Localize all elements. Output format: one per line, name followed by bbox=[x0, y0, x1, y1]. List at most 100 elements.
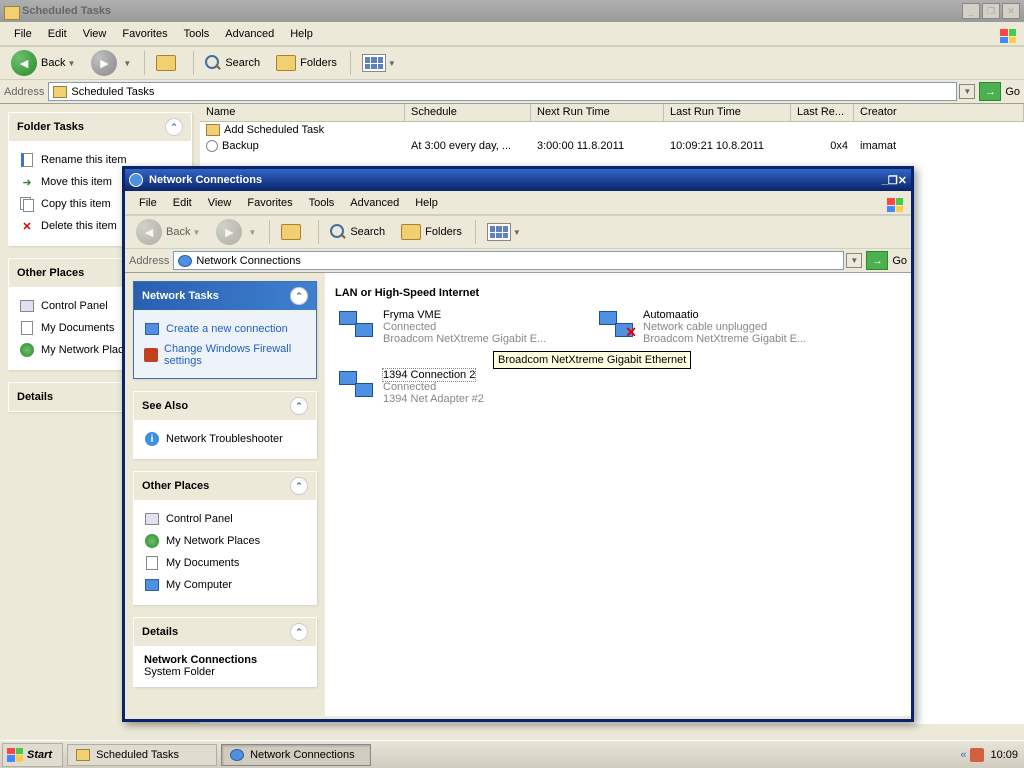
back-button[interactable]: ◄ Back ▼ bbox=[129, 215, 207, 249]
menu-favorites[interactable]: Favorites bbox=[114, 25, 175, 43]
menu-advanced[interactable]: Advanced bbox=[217, 25, 282, 43]
separator bbox=[144, 51, 145, 75]
connection-device: 1394 Net Adapter #2 bbox=[383, 393, 573, 405]
network-connections-icon bbox=[129, 173, 143, 187]
create-connection-item[interactable]: Create a new connection bbox=[144, 318, 306, 340]
details-type: System Folder bbox=[144, 666, 306, 678]
up-button[interactable] bbox=[149, 51, 187, 75]
connection-icon bbox=[145, 323, 159, 335]
network-tasks-panel: Network Tasks ⌃ Create a new connection … bbox=[133, 281, 317, 379]
sidebar-item-my-computer[interactable]: My Computer bbox=[144, 574, 306, 596]
see-also-header[interactable]: See Also ⌃ bbox=[134, 392, 316, 420]
go-label: Go bbox=[1005, 86, 1020, 98]
child-titlebar[interactable]: Network Connections _ ❐ ✕ bbox=[125, 169, 911, 191]
taskbar-item-network-connections[interactable]: Network Connections bbox=[221, 744, 371, 766]
sidebar-item-control-panel[interactable]: Control Panel bbox=[144, 508, 306, 530]
panel-title: Other Places bbox=[142, 480, 209, 492]
views-button[interactable]: ▼ bbox=[355, 50, 403, 76]
go-button[interactable]: → bbox=[979, 82, 1001, 101]
network-icon bbox=[230, 749, 244, 761]
network-troubleshooter-item[interactable]: iNetwork Troubleshooter bbox=[144, 428, 306, 450]
table-row[interactable]: Backup At 3:00 every day, ... 3:00:00 11… bbox=[200, 138, 1024, 154]
start-button[interactable]: Start bbox=[2, 743, 63, 767]
connection-icon bbox=[337, 369, 377, 405]
chevron-up-icon: ⌃ bbox=[165, 118, 183, 136]
menu-edit[interactable]: Edit bbox=[40, 25, 75, 43]
tray-network-icon[interactable] bbox=[970, 748, 984, 762]
clock[interactable]: 10:09 bbox=[990, 749, 1018, 761]
windows-logo-icon bbox=[887, 193, 907, 211]
minimize-button[interactable]: _ bbox=[962, 3, 980, 19]
menu-edit[interactable]: Edit bbox=[165, 194, 200, 212]
network-icon bbox=[20, 343, 34, 357]
search-button[interactable]: Search bbox=[198, 51, 267, 75]
child-maximize-button[interactable]: ❐ bbox=[888, 174, 898, 187]
separator bbox=[193, 51, 194, 75]
menu-tools[interactable]: Tools bbox=[301, 194, 343, 212]
other-places-header[interactable]: Other Places ⌃ bbox=[134, 472, 316, 500]
section-header: LAN or High-Speed Internet bbox=[335, 283, 901, 307]
menu-help[interactable]: Help bbox=[407, 194, 446, 212]
col-next-run[interactable]: Next Run Time bbox=[531, 104, 664, 121]
go-button[interactable]: → bbox=[866, 251, 888, 270]
separator bbox=[475, 220, 476, 244]
chevron-up-icon: ⌃ bbox=[290, 477, 308, 495]
folders-button[interactable]: Folders bbox=[269, 51, 344, 75]
cell-name: Add Scheduled Task bbox=[200, 123, 405, 137]
task-label: Network Troubleshooter bbox=[166, 433, 283, 445]
folder-icon bbox=[76, 749, 90, 761]
maximize-button[interactable]: ❐ bbox=[982, 3, 1000, 19]
col-last-result[interactable]: Last Re... bbox=[791, 104, 854, 121]
address-drop-icon[interactable]: ▼ bbox=[846, 253, 862, 268]
col-schedule[interactable]: Schedule bbox=[405, 104, 531, 121]
forward-button[interactable]: ► ▼ bbox=[84, 46, 138, 80]
address-input[interactable]: Network Connections bbox=[173, 251, 844, 270]
cell-name: Backup bbox=[200, 139, 405, 153]
menu-help[interactable]: Help bbox=[282, 25, 321, 43]
menu-advanced[interactable]: Advanced bbox=[342, 194, 407, 212]
task-label: Control Panel bbox=[166, 513, 233, 525]
views-icon bbox=[487, 223, 511, 241]
start-label: Start bbox=[27, 749, 52, 761]
menu-view[interactable]: View bbox=[75, 25, 115, 43]
up-button[interactable] bbox=[274, 220, 312, 244]
forward-icon: ► bbox=[91, 50, 117, 76]
taskbar-item-scheduled-tasks[interactable]: Scheduled Tasks bbox=[67, 744, 217, 766]
sidebar-item-network-places[interactable]: My Network Places bbox=[144, 530, 306, 552]
menu-tools[interactable]: Tools bbox=[176, 25, 218, 43]
separator bbox=[350, 51, 351, 75]
cell-next-run: 3:00:00 11.8.2011 bbox=[531, 139, 664, 153]
address-drop-icon[interactable]: ▼ bbox=[959, 84, 975, 99]
connection-item-fryma[interactable]: Fryma VME Connected Broadcom NetXtreme G… bbox=[335, 307, 575, 347]
address-value: Scheduled Tasks bbox=[71, 86, 154, 98]
folders-button[interactable]: Folders bbox=[394, 220, 469, 244]
menu-file[interactable]: File bbox=[131, 194, 165, 212]
details-header[interactable]: Details ⌃ bbox=[134, 618, 316, 646]
connection-item-automaatio[interactable]: ✕ Automaatio Network cable unplugged Bro… bbox=[595, 307, 835, 347]
menu-view[interactable]: View bbox=[200, 194, 240, 212]
menu-favorites[interactable]: Favorites bbox=[239, 194, 300, 212]
tooltip: Broadcom NetXtreme Gigabit Ethernet bbox=[493, 351, 691, 369]
child-close-button[interactable]: ✕ bbox=[898, 174, 907, 187]
sidebar-item-my-documents[interactable]: My Documents bbox=[144, 552, 306, 574]
forward-button[interactable]: ► ▼ bbox=[209, 215, 263, 249]
col-last-run[interactable]: Last Run Time bbox=[664, 104, 791, 121]
back-button[interactable]: ◄ Back ▼ bbox=[4, 46, 82, 80]
tray-chevron-icon[interactable]: « bbox=[960, 749, 966, 761]
address-label: Address bbox=[4, 86, 44, 98]
chevron-down-icon: ▼ bbox=[123, 59, 131, 68]
firewall-icon bbox=[144, 348, 158, 362]
network-tasks-header[interactable]: Network Tasks ⌃ bbox=[134, 282, 316, 310]
search-button[interactable]: Search bbox=[323, 220, 392, 244]
views-button[interactable]: ▼ bbox=[480, 219, 528, 245]
folders-icon bbox=[276, 55, 296, 71]
address-input[interactable]: Scheduled Tasks bbox=[48, 82, 957, 101]
table-row[interactable]: Add Scheduled Task bbox=[200, 122, 1024, 138]
col-creator[interactable]: Creator bbox=[854, 104, 1024, 121]
close-button[interactable]: ✕ bbox=[1002, 3, 1020, 19]
firewall-settings-item[interactable]: Change Windows Firewall settings bbox=[144, 340, 306, 370]
folder-tasks-header[interactable]: Folder Tasks ⌃ bbox=[9, 113, 191, 141]
connection-item-1394[interactable]: 1394 Connection 2 Connected 1394 Net Ada… bbox=[335, 367, 575, 407]
col-name[interactable]: Name bbox=[200, 104, 405, 121]
menu-file[interactable]: File bbox=[6, 25, 40, 43]
